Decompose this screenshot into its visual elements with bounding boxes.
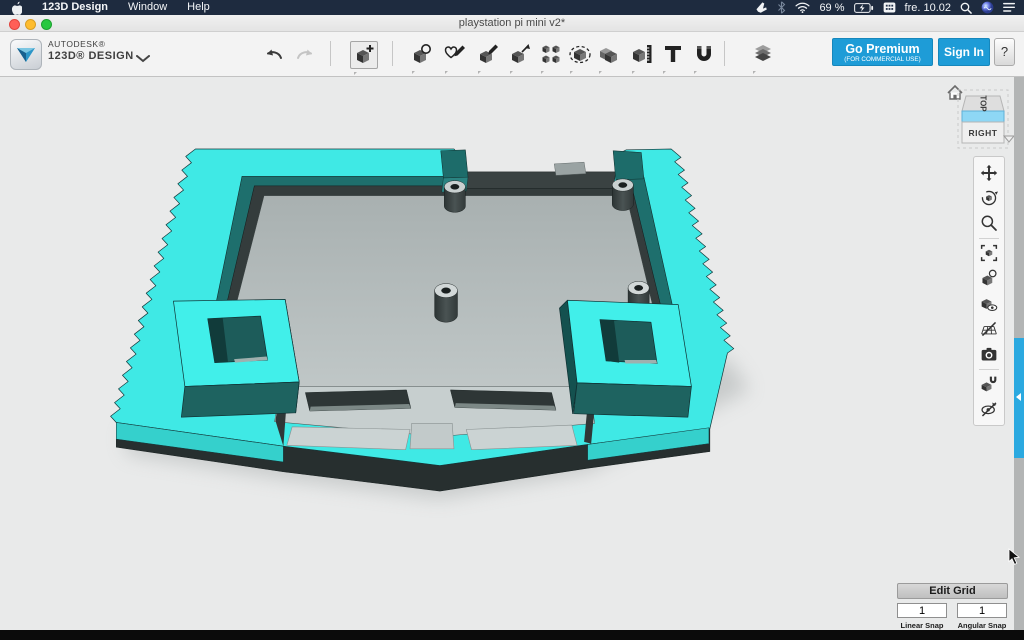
side-panel-strip[interactable] [1014, 76, 1024, 630]
toolbar-divider [724, 41, 725, 66]
model-playstation-case[interactable] [0, 76, 1024, 630]
viewport-canvas[interactable]: TOP RIGHT [0, 76, 1024, 630]
input-source-icon[interactable] [883, 2, 896, 13]
chevron-down-icon[interactable] [1004, 136, 1014, 142]
viewcube-selected-edge[interactable] [962, 111, 1004, 122]
battery-charging-icon[interactable] [854, 3, 874, 13]
combine-icon[interactable] [596, 41, 622, 67]
menu-item-window[interactable]: Window [118, 0, 177, 15]
viewcube-front-label[interactable]: RIGHT [969, 128, 998, 138]
snap-magnet-icon[interactable] [691, 41, 717, 67]
notification-center-icon[interactable] [1003, 2, 1016, 13]
snap-target-icon[interactable] [977, 373, 1001, 396]
window-title-bar[interactable]: playstation pi mini v2* [0, 15, 1024, 32]
apple-logo[interactable] [0, 1, 32, 15]
go-premium-button[interactable]: Go Premium (FOR COMMERCIAL USE) [832, 38, 933, 66]
measure-icon[interactable] [629, 41, 655, 67]
undo-icon[interactable] [260, 40, 286, 66]
menu-clock[interactable]: fre. 10.02 [905, 2, 951, 14]
mouse-cursor [1008, 548, 1020, 570]
zoom-icon[interactable] [977, 211, 1001, 234]
toolbar-divider [392, 41, 393, 66]
front-apron[interactable] [275, 386, 597, 449]
menu-item-help[interactable]: Help [177, 0, 220, 15]
side-panel-handle[interactable] [1014, 338, 1024, 458]
navigation-toolbar [973, 156, 1005, 426]
pan-icon[interactable] [977, 161, 1001, 184]
siri-icon[interactable] [981, 1, 994, 14]
home-icon[interactable] [948, 86, 962, 99]
outline-toggle-icon[interactable] [977, 398, 1001, 421]
toolbar-divider [979, 369, 999, 370]
panel-expand-arrow-icon [1016, 393, 1021, 401]
bluetooth-icon[interactable] [777, 1, 786, 14]
spotlight-search-icon[interactable] [960, 2, 972, 14]
toolbar-divider [979, 238, 999, 239]
print-3d-icon[interactable] [750, 41, 776, 67]
sketch-loop-icon[interactable] [409, 41, 435, 67]
main-toolbar: AUTODESK® 123D® DESIGN [0, 32, 1024, 77]
fit-view-icon[interactable] [977, 242, 1001, 265]
bottom-black-bar [0, 630, 1024, 640]
help-button[interactable]: ? [994, 38, 1015, 66]
controller-port-boss-right[interactable] [559, 300, 691, 417]
viewcube-top-label[interactable]: TOP [979, 95, 988, 112]
avast-icon[interactable] [755, 1, 768, 14]
text-icon[interactable] [660, 41, 686, 67]
toolbar-divider [330, 41, 331, 66]
redo-icon[interactable] [293, 40, 319, 66]
grid-toggle-icon[interactable] [977, 317, 1001, 340]
angular-snap-input[interactable] [957, 603, 1007, 618]
view-cube[interactable]: TOP RIGHT [940, 80, 1020, 152]
angular-snap-label: Angular Snap [952, 621, 1012, 630]
app-logo-icon[interactable] [10, 39, 42, 70]
screenshot-icon[interactable] [977, 342, 1001, 365]
brand-wordmark: AUTODESK® 123D® DESIGN [48, 40, 134, 62]
edit-grid-button[interactable]: Edit Grid [897, 583, 1008, 599]
macos-menu-bar: 123D Design Window Help 69 % fre. 10.02 [0, 0, 1024, 15]
main-menu-chevron-icon[interactable] [136, 50, 150, 68]
document-title: playstation pi mini v2* [0, 17, 1024, 29]
pattern-icon[interactable] [538, 41, 564, 67]
linear-snap-input[interactable] [897, 603, 947, 618]
sketch-draw-icon[interactable] [442, 41, 468, 67]
transform-icon[interactable] [507, 41, 533, 67]
hide-show-icon[interactable] [977, 292, 1001, 315]
group-icon[interactable] [567, 41, 593, 67]
wifi-icon[interactable] [795, 2, 810, 13]
grid-snap-panel: Edit Grid Linear Snap Angular Snap [897, 583, 1008, 599]
sign-in-button[interactable]: Sign In [938, 38, 990, 66]
orbit-icon[interactable] [977, 186, 1001, 209]
app-window: 123D Design Window Help 69 % fre. 10.02 [0, 0, 1024, 640]
battery-percent-label: 69 % [819, 2, 844, 14]
controller-port-boss-left[interactable] [173, 299, 299, 417]
primitives-icon[interactable] [350, 41, 378, 69]
linear-snap-label: Linear Snap [892, 621, 952, 630]
menu-app-name[interactable]: 123D Design [32, 0, 118, 15]
construct-icon[interactable] [475, 41, 501, 67]
material-icon[interactable] [977, 267, 1001, 290]
